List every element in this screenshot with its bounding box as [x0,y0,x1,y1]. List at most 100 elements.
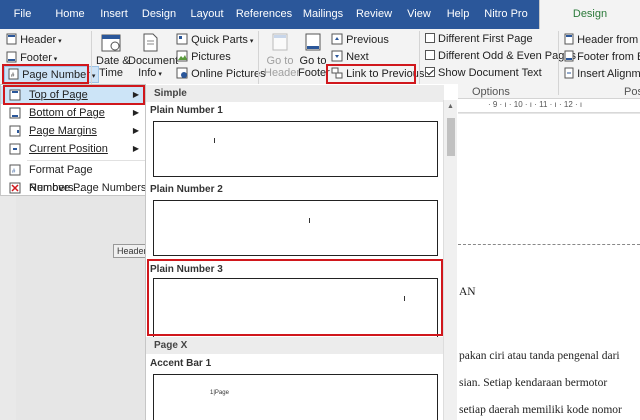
chevron-down-icon: ▾ [51,56,58,63]
document-info-button[interactable]: Document Info ▾ [128,32,178,79]
menu-item-page-margins[interactable]: Page Margins ▶ [1,122,147,140]
submenu-arrow-icon: ▶ [132,144,139,153]
different-first-page-checkbox[interactable] [425,33,435,43]
gallery-scrollbar[interactable]: ▲ [443,100,457,420]
next-icon [331,50,343,62]
previous-icon [331,33,343,45]
different-odd-even-label: Different Odd & Even Pages [438,50,576,62]
go-to-header-label-2: Header [264,67,301,79]
date-time-label-2: Time [98,67,124,79]
different-odd-even-option[interactable]: Different Odd & Even Pages [425,50,576,62]
quick-parts-icon [176,33,188,45]
pictures-icon [176,50,188,62]
online-pictures-icon [176,67,188,79]
tab-layout[interactable]: Layout [186,0,228,29]
footer-position-icon [564,50,574,62]
next-button[interactable]: Next [331,50,369,63]
highlight-top-of-page [3,85,145,105]
menu-item-label: Bottom of Page [29,107,105,119]
gallery-section-page-x: Page X [146,337,444,354]
header-position-icon [564,33,574,45]
tab-home[interactable]: Home [52,0,88,29]
menu-item-bottom-of-page[interactable]: Bottom of Page ▶ [1,104,147,122]
current-position-icon [9,143,21,155]
gallery-item-title: Accent Bar 1 [150,358,212,369]
menu-item-label: Page Margins [29,125,97,137]
document-info-label-2: Info [138,67,157,79]
header-button[interactable]: Header ▾ [6,33,62,46]
online-pictures-label: Online Pictures [191,68,266,80]
page-number-marker [214,138,215,143]
go-to-footer-icon [305,33,321,51]
menu-item-format-page-numbers[interactable]: # Format Page Numbers... [1,161,147,194]
document-background [0,196,145,420]
gallery-item-title: Plain Number 1 [150,105,223,116]
date-time-button[interactable]: Date & Time [96,32,130,79]
menu-item-current-position[interactable]: Current Position ▶ [1,140,147,158]
gallery-item-accent-bar-1[interactable]: 1|Page [153,374,438,420]
submenu-arrow-icon: ▶ [132,108,139,117]
tab-mailings[interactable]: Mailings [300,0,346,29]
quick-parts-button[interactable]: Quick Parts ▾ [176,33,253,46]
tab-help[interactable]: Help [443,0,473,29]
document-text-line: pakan ciri atau tanda pengenal dari [459,350,620,362]
tab-review[interactable]: Review [354,0,394,29]
position-group-label: Posi [624,86,640,98]
ruler-ticks: · 9 · ı · 10 · ı · 11 · ı · 12 · ı [488,100,583,109]
submenu-arrow-icon: ▶ [132,126,139,135]
tab-file[interactable]: File [0,0,45,29]
go-to-header-button[interactable]: Go to Header [264,32,301,79]
tab-design[interactable]: Design [139,0,179,29]
previous-button[interactable]: Previous [331,33,389,46]
pictures-button[interactable]: Pictures [176,50,231,63]
header-from-top-field[interactable]: Header from To [564,33,640,46]
tab-header-footer-design[interactable]: Design [539,0,640,29]
go-to-header-label-1: Go to [266,55,294,67]
online-pictures-button[interactable]: Online Pictures [176,67,266,80]
group-separator [558,31,559,95]
different-first-page-label: Different First Page [438,33,533,45]
chevron-down-icon: ▾ [56,38,62,45]
gallery-item-plain-number-1[interactable] [153,121,438,177]
footer-from-bottom-field[interactable]: Footer from Bo [564,50,640,63]
header-boundary-line [458,244,640,245]
document-heading-fragment: AN [459,286,476,298]
tab-view[interactable]: View [402,0,436,29]
document-info-icon [143,33,158,52]
chevron-down-icon: ▾ [156,71,162,78]
go-to-footer-button[interactable]: Go to Footer [298,32,330,79]
footer-icon [6,51,17,63]
document-text-line: setiap daerah memiliki kode nomor [459,404,622,416]
tab-references[interactable]: References [235,0,293,29]
different-first-page-option[interactable]: Different First Page [425,33,533,45]
footer-button[interactable]: Footer ▾ [6,51,57,64]
format-page-numbers-icon: # [9,164,21,176]
pictures-label: Pictures [191,51,231,63]
menu-item-remove-page-numbers[interactable]: Remove Page Numbers [1,179,147,197]
page-margins-icon [9,125,21,137]
tab-nitro-pro[interactable]: Nitro Pro [478,0,534,29]
different-odd-even-checkbox[interactable] [425,50,435,60]
previous-label: Previous [346,34,389,46]
highlight-plain-number-3 [147,259,443,336]
insert-alignment-icon [564,67,574,79]
header-label: Header [20,34,57,46]
go-to-header-icon [272,33,288,51]
scroll-up-icon[interactable]: ▲ [447,103,454,110]
show-document-text-checkbox[interactable] [425,67,435,77]
footer-label: Footer [20,52,52,64]
show-document-text-option[interactable]: Show Document Text [425,67,542,79]
gallery-item-plain-number-2[interactable] [153,200,438,256]
scrollbar-thumb[interactable] [447,118,455,156]
document-text-line: sian. Setiap kendaraan bermotor [459,377,608,389]
header-icon [6,33,17,45]
page-number-marker [309,218,310,223]
tab-insert[interactable]: Insert [96,0,132,29]
ribbon-tab-bar: File Home Insert Design Layout Reference… [0,0,640,29]
options-group-label: Options [472,86,510,98]
quick-parts-label: Quick Parts [191,34,248,46]
next-label: Next [346,51,369,63]
document-page [458,114,640,420]
show-document-text-label: Show Document Text [438,67,542,79]
insert-alignment-tab-button[interactable]: Insert Alignmer [564,67,640,80]
